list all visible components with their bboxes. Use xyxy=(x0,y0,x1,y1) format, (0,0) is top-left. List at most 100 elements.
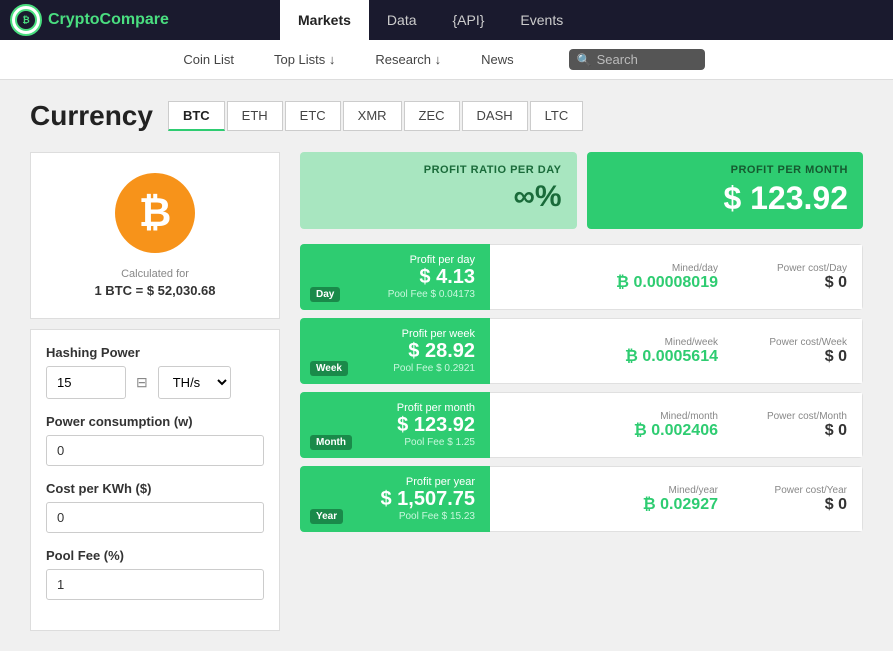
subnav-news[interactable]: News xyxy=(476,40,519,79)
power-cost-label: Power cost/Year xyxy=(775,485,847,496)
btc-logo: ₿ xyxy=(115,173,195,253)
left-panel: ₿ Calculated for 1 BTC = $ 52,030.68 Has… xyxy=(30,152,280,631)
currency-tabs: BTC ETH ETC XMR ZEC DASH LTC xyxy=(168,101,583,131)
search-input[interactable] xyxy=(597,52,697,67)
page-title: Currency xyxy=(30,100,153,132)
logo[interactable]: ₿ CryptoCompare xyxy=(10,4,280,36)
right-panel: PROFIT RATIO PER DAY ∞% PROFIT PER MONTH… xyxy=(300,152,863,631)
profit-label: Profit per day xyxy=(315,254,475,266)
search-icon: 🔍 xyxy=(577,53,592,67)
nav-events[interactable]: Events xyxy=(502,0,581,40)
tab-zec[interactable]: ZEC xyxy=(404,101,460,131)
power-cost-value: $ 0 xyxy=(825,496,847,514)
subnav-research[interactable]: Research ↓ xyxy=(370,40,446,79)
period-badge: Day xyxy=(310,287,340,302)
profit-month-value: $ 123.92 xyxy=(602,180,849,217)
hashing-power-input[interactable] xyxy=(46,366,126,399)
period-badge: Week xyxy=(310,361,348,376)
profit-summary-cards: PROFIT RATIO PER DAY ∞% PROFIT PER MONTH… xyxy=(300,152,863,229)
subnav-coinlist[interactable]: Coin List xyxy=(178,40,239,79)
logo-icon: ₿ xyxy=(10,4,42,36)
pool-fee-label: Pool Fee (%) xyxy=(46,548,264,563)
stats-left-week: Profit per week $ 28.92 Pool Fee $ 0.292… xyxy=(300,318,490,384)
stats-rows: Profit per day $ 4.13 Pool Fee $ 0.04173… xyxy=(300,244,863,532)
profit-label: Profit per year xyxy=(315,476,475,488)
stats-mid-month: Mined/month ₿ 0.002406 xyxy=(490,392,733,458)
profit-ratio-value: ∞% xyxy=(315,180,562,214)
search-box[interactable]: 🔍 xyxy=(569,49,705,70)
cost-kwh-label: Cost per KWh ($) xyxy=(46,481,264,496)
tab-btc[interactable]: BTC xyxy=(168,101,225,131)
content-grid: ₿ Calculated for 1 BTC = $ 52,030.68 Has… xyxy=(30,152,863,631)
power-cost-value: $ 0 xyxy=(825,422,847,440)
stats-mid-week: Mined/week ₿ 0.0005614 xyxy=(490,318,733,384)
mining-form: Hashing Power ⊟ TH/s GH/s MH/s KH/s Powe… xyxy=(30,329,280,631)
mined-value: ₿ 0.02927 xyxy=(643,496,718,514)
profit-value: $ 123.92 xyxy=(315,414,475,437)
power-cost-value: $ 0 xyxy=(825,274,847,292)
cost-kwh-group: Cost per KWh ($) xyxy=(46,481,264,533)
mined-value: ₿ 0.00008019 xyxy=(616,274,718,292)
currency-header: Currency BTC ETH ETC XMR ZEC DASH LTC xyxy=(30,100,863,132)
logo-icon-inner: ₿ xyxy=(15,9,37,31)
stats-right-year: Power cost/Year $ 0 xyxy=(733,466,863,532)
subnav-toplists[interactable]: Top Lists ↓ xyxy=(269,40,340,79)
mined-value: ₿ 0.0005614 xyxy=(625,348,718,366)
profit-month-label: PROFIT PER MONTH xyxy=(602,164,849,176)
power-consumption-input[interactable] xyxy=(46,435,264,466)
hashing-power-group: Hashing Power ⊟ TH/s GH/s MH/s KH/s xyxy=(46,345,264,399)
nav-api[interactable]: {API} xyxy=(435,0,503,40)
top-nav: ₿ CryptoCompare Markets Data {API} Event… xyxy=(0,0,893,40)
hashing-power-label: Hashing Power xyxy=(46,345,264,360)
stats-left-day: Profit per day $ 4.13 Pool Fee $ 0.04173… xyxy=(300,244,490,310)
power-consumption-label: Power consumption (w) xyxy=(46,414,264,429)
profit-month-card: PROFIT PER MONTH $ 123.92 xyxy=(587,152,864,229)
stats-row-week: Profit per week $ 28.92 Pool Fee $ 0.292… xyxy=(300,318,863,384)
period-badge: Year xyxy=(310,509,343,524)
tab-eth[interactable]: ETH xyxy=(227,101,283,131)
tab-dash[interactable]: DASH xyxy=(462,101,528,131)
profit-label: Profit per week xyxy=(315,328,475,340)
power-cost-label: Power cost/Week xyxy=(769,337,847,348)
mined-label: Mined/week xyxy=(665,337,718,348)
cost-kwh-input[interactable] xyxy=(46,502,264,533)
nav-data[interactable]: Data xyxy=(369,0,435,40)
nav-markets[interactable]: Markets xyxy=(280,0,369,40)
mined-label: Mined/month xyxy=(660,411,718,422)
mined-label: Mined/year xyxy=(669,485,718,496)
pool-fee-input[interactable] xyxy=(46,569,264,600)
main-content: Currency BTC ETH ETC XMR ZEC DASH LTC ₿ … xyxy=(0,80,893,651)
stats-left-month: Profit per month $ 123.92 Pool Fee $ 1.2… xyxy=(300,392,490,458)
profit-value: $ 1,507.75 xyxy=(315,488,475,511)
stats-mid-year: Mined/year ₿ 0.02927 xyxy=(490,466,733,532)
profit-ratio-label: PROFIT RATIO PER DAY xyxy=(315,164,562,176)
sub-nav: Coin List Top Lists ↓ Research ↓ News 🔍 xyxy=(0,40,893,80)
stats-row-year: Profit per year $ 1,507.75 Pool Fee $ 15… xyxy=(300,466,863,532)
profit-value: $ 4.13 xyxy=(315,266,475,289)
period-badge: Month xyxy=(310,435,352,450)
stats-right-day: Power cost/Day $ 0 xyxy=(733,244,863,310)
main-nav: Markets Data {API} Events xyxy=(280,0,581,40)
pool-fee-group: Pool Fee (%) xyxy=(46,548,264,600)
tab-etc[interactable]: ETC xyxy=(285,101,341,131)
stats-right-week: Power cost/Week $ 0 xyxy=(733,318,863,384)
profit-value: $ 28.92 xyxy=(315,340,475,363)
power-cost-label: Power cost/Month xyxy=(767,411,847,422)
hashing-icon: ⊟ xyxy=(132,366,152,399)
stats-mid-day: Mined/day ₿ 0.00008019 xyxy=(490,244,733,310)
stats-row-day: Profit per day $ 4.13 Pool Fee $ 0.04173… xyxy=(300,244,863,310)
btc-price: 1 BTC = $ 52,030.68 xyxy=(51,283,259,298)
tab-xmr[interactable]: XMR xyxy=(343,101,402,131)
power-consumption-group: Power consumption (w) xyxy=(46,414,264,466)
logo-text: CryptoCompare xyxy=(48,11,169,29)
stats-left-year: Profit per year $ 1,507.75 Pool Fee $ 15… xyxy=(300,466,490,532)
hashing-unit-select[interactable]: TH/s GH/s MH/s KH/s xyxy=(158,366,231,399)
mined-label: Mined/day xyxy=(672,263,718,274)
tab-ltc[interactable]: LTC xyxy=(530,101,584,131)
profit-ratio-card: PROFIT RATIO PER DAY ∞% xyxy=(300,152,577,229)
coin-card: ₿ Calculated for 1 BTC = $ 52,030.68 xyxy=(30,152,280,319)
power-cost-value: $ 0 xyxy=(825,348,847,366)
calc-for-label: Calculated for xyxy=(51,268,259,280)
mined-value: ₿ 0.002406 xyxy=(634,422,718,440)
stats-row-month: Profit per month $ 123.92 Pool Fee $ 1.2… xyxy=(300,392,863,458)
